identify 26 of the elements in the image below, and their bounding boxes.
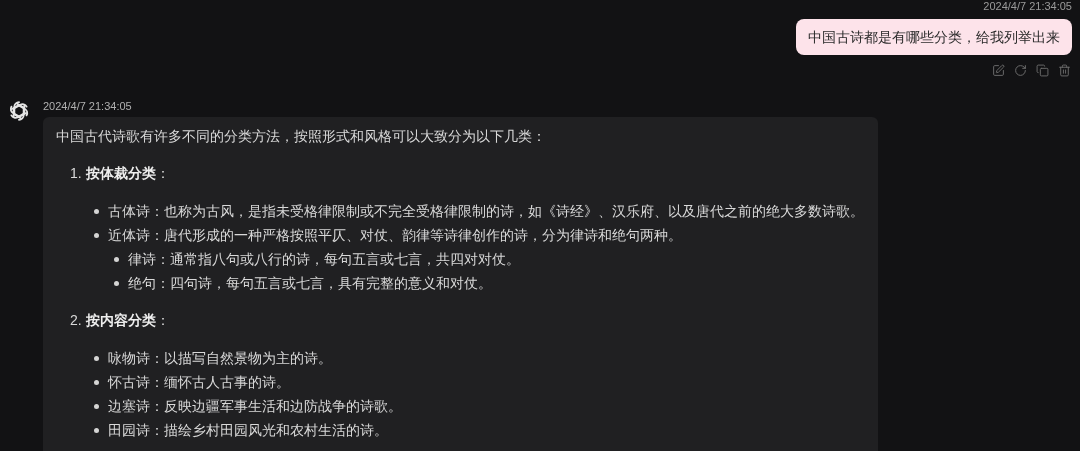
bullet-icon [94,208,99,214]
list-item-text: 咏物诗：以描写自然景物为主的诗。 [108,349,332,368]
list-item-text: 边塞诗：反映边疆军事生活和边防战争的诗歌。 [108,397,402,416]
intro-text: 中国古代诗歌有许多不同的分类方法，按照形式和风格可以大致分为以下几类： [56,127,547,146]
list-item-text: 近体诗：唐代形成的一种严格按照平仄、对仗、韵律等诗律创作的诗，分为律诗和绝句两种。 [108,226,682,245]
delete-icon[interactable] [1058,64,1071,77]
section-heading: 1. 按体裁分类： [70,164,170,183]
edit-icon[interactable] [992,64,1005,77]
list-item-text: 绝句：四句诗，每句五言或七言，具有完整的意义和对仗。 [128,274,492,293]
bullet-icon [94,403,99,409]
list-item-text: 田园诗：描绘乡村田园风光和农村生活的诗。 [108,421,388,440]
section-heading: 2. 按内容分类： [70,311,170,330]
user-message-bubble: 中国古诗都是有哪些分类，给我列举出来 [796,19,1072,55]
bullet-icon [94,355,99,361]
message-timestamp: 2024/4/7 21:34:05 [983,0,1072,13]
bullet-icon [94,379,99,385]
list-item-text: 怀古诗：缅怀古人古事的诗。 [108,373,290,392]
list-item-text: 古体诗：也称为古风，是指未受格律限制或不完全受格律限制的诗，如《诗经》、汉乐府、以及唐代之前的绝大多数诗歌。 [108,202,864,221]
bullet-icon [94,427,99,433]
bullet-icon [114,280,119,286]
bullet-icon [114,256,119,262]
list-item-text: 律诗：通常指八句或八行的诗，每句五言或七言，共四对对仗。 [128,250,520,269]
message-timestamp: 2024/4/7 21:34:05 [43,99,133,113]
bullet-icon [94,232,99,238]
copy-icon[interactable] [1036,64,1049,77]
refresh-icon[interactable] [1014,64,1027,77]
